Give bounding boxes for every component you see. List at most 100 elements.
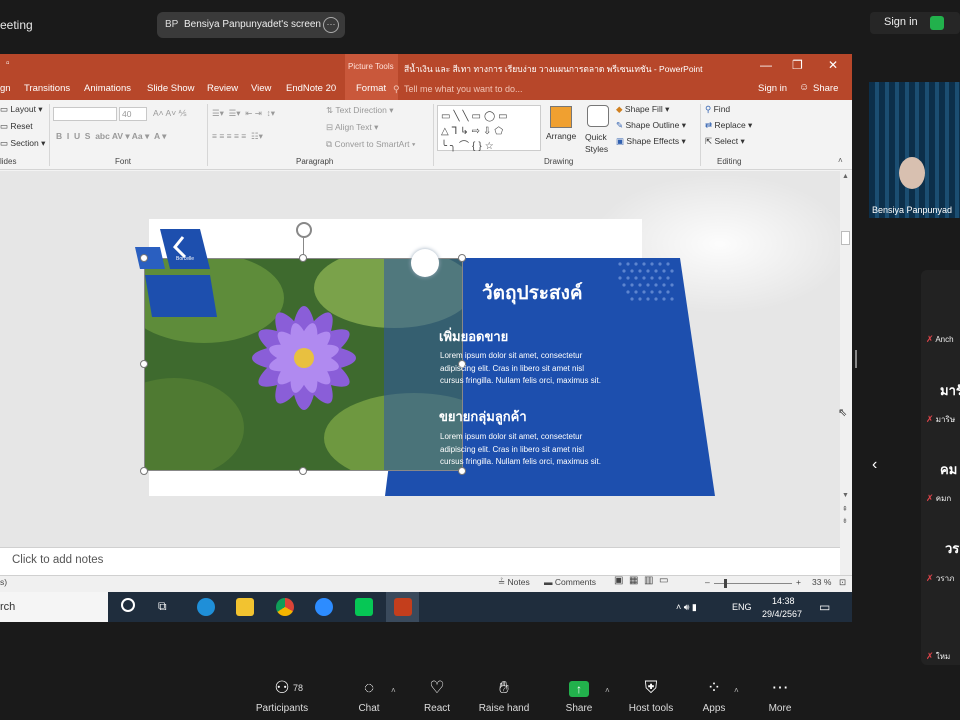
quick-styles-label[interactable]: Quick Styles <box>585 131 613 155</box>
fit-slide-icon[interactable]: ⊡ <box>839 577 846 588</box>
selection-handle[interactable] <box>140 254 148 262</box>
tab-transitions[interactable]: Transitions <box>24 83 70 94</box>
security-shield-icon[interactable] <box>930 16 944 30</box>
clock-date[interactable]: 29/4/2567 <box>762 609 802 619</box>
slide-heading[interactable]: วัตถุประสงค์ <box>482 278 583 308</box>
restore-icon[interactable]: ❐ <box>792 58 803 72</box>
font-format-icons[interactable]: B I U S abc AV ▾ Aa ▾ A ▾ <box>56 131 166 142</box>
slide-body-1[interactable]: Lorem ipsum dolor sit amet, consectetur … <box>440 350 601 388</box>
view-buttons[interactable]: ▣ ▦ ▥ ▭ <box>614 575 668 586</box>
chat-button[interactable]: ◌ Chat <box>349 678 389 714</box>
rotate-handle-icon[interactable] <box>296 222 312 238</box>
more-button[interactable]: ⋯ More <box>762 678 798 714</box>
side-participant[interactable]: ✗ Anch <box>926 334 954 345</box>
tell-me-search[interactable]: Tell me what you want to do... <box>404 84 523 94</box>
zoom-app-icon[interactable] <box>315 598 333 616</box>
minimize-icon[interactable]: — <box>760 58 772 72</box>
font-name-field[interactable] <box>53 107 117 121</box>
find-button[interactable]: ⚲ Find <box>705 104 730 115</box>
chat-caret-icon[interactable]: ˄ <box>391 686 396 695</box>
taskbar-search[interactable]: rch <box>0 592 108 622</box>
tab-slide-show[interactable]: Slide Show <box>147 83 195 94</box>
scrollbar-thumb[interactable] <box>841 231 850 245</box>
selection-handle[interactable] <box>299 254 307 262</box>
zoom-sign-in-button[interactable]: Sign in <box>870 12 960 34</box>
next-slide-icon[interactable]: ⇟ <box>842 517 848 525</box>
host-tools-button[interactable]: ⛨ Host tools <box>623 678 679 714</box>
selection-handle[interactable] <box>299 467 307 475</box>
selection-handle[interactable] <box>458 254 466 262</box>
align-icons[interactable]: ≡ ≡ ≡ ≡ ≡ ☷▾ <box>212 131 263 142</box>
layout-button[interactable]: ▭ Layout ▾ <box>0 104 43 115</box>
chevron-left-icon[interactable]: ‹ <box>872 456 877 474</box>
side-participant[interactable]: ✗ มาริษ <box>926 413 955 426</box>
task-view-icon[interactable]: ⧉ <box>158 599 167 614</box>
list-icons[interactable]: ☰▾ ☰▾ ⇤ ⇥ ↕▾ <box>212 108 275 119</box>
notes-pane[interactable] <box>0 547 840 575</box>
side-participant[interactable]: ✗ วราภ <box>926 572 954 585</box>
share-screen-button[interactable]: ↑ Share <box>559 678 599 714</box>
edge-icon[interactable] <box>197 598 215 616</box>
quick-access-icon[interactable]: ▫ <box>6 58 10 69</box>
input-language[interactable]: ENG <box>732 602 752 612</box>
clock-time[interactable]: 14:38 <box>772 596 795 606</box>
tab-animations[interactable]: Animations <box>84 83 131 94</box>
tab-design[interactable]: gn <box>0 83 11 94</box>
arrange-icon[interactable] <box>550 106 572 128</box>
text-direction-button[interactable]: ⇅ Text Direction ▾ <box>326 105 393 116</box>
scroll-down-icon[interactable]: ▼ <box>842 492 849 499</box>
shapes-gallery[interactable]: ▭╲╲▭◯▭ △⅂↳⇨⇩⬠ ╰╮⌒{}☆ <box>437 105 541 152</box>
more-options-icon[interactable]: ··· <box>323 17 339 33</box>
ppt-sign-in[interactable]: Sign in <box>758 83 787 94</box>
apps-caret-icon[interactable]: ˄ <box>734 686 739 695</box>
tab-endnote[interactable]: EndNote 20 <box>286 83 336 94</box>
zoom-out-icon[interactable]: – <box>705 577 710 587</box>
font-size-field[interactable]: 40 <box>119 107 147 121</box>
side-participant[interactable]: ✗ คมก <box>926 492 951 505</box>
cortana-icon[interactable] <box>121 598 135 612</box>
tab-view[interactable]: View <box>251 83 271 94</box>
tray-icons[interactable]: ˄ 🔊︎ ▮ <box>676 602 697 613</box>
scroll-up-icon[interactable]: ▲ <box>842 173 849 180</box>
align-text-button[interactable]: ⊟ Align Text ▾ <box>326 122 378 133</box>
notifications-icon[interactable]: ▭ <box>819 600 830 614</box>
slide-subheading-2[interactable]: ขยายกลุ่มลูกค้า <box>439 406 527 427</box>
tab-format[interactable]: Format <box>356 83 386 94</box>
close-icon[interactable]: ✕ <box>828 58 838 72</box>
quick-styles-icon[interactable] <box>587 105 609 127</box>
share-caret-icon[interactable]: ˄ <box>605 686 610 695</box>
grow-font-icon[interactable]: A˄ A˅ ⅍ <box>153 108 187 118</box>
replace-button[interactable]: ⇄ Replace ▾ <box>705 120 752 131</box>
convert-smartart-button[interactable]: ⧉ Convert to SmartArt ▾ <box>326 139 415 150</box>
section-button[interactable]: ▭ Section ▾ <box>0 138 45 149</box>
chrome-icon[interactable] <box>276 598 294 616</box>
raise-hand-button[interactable]: ✋︎ Raise hand <box>477 678 531 714</box>
previous-slide-icon[interactable]: ⇞ <box>842 505 848 513</box>
participant-video-tile[interactable] <box>869 82 960 218</box>
notes-placeholder[interactable]: Click to add notes <box>12 554 103 566</box>
zoom-level[interactable]: 33 % <box>812 577 831 587</box>
share-button[interactable]: Share <box>813 83 838 94</box>
slide-body-2[interactable]: Lorem ipsum dolor sit amet, consectetur … <box>440 431 601 469</box>
vertical-scrollbar[interactable]: ▲ ▼ ⇞ ⇟ <box>840 171 852 581</box>
selection-handle[interactable] <box>140 467 148 475</box>
splitter-handle[interactable] <box>855 350 857 368</box>
powerpoint-icon[interactable] <box>394 598 412 616</box>
react-button[interactable]: ♡ React <box>417 678 457 714</box>
collapse-ribbon-icon[interactable]: ˄ <box>838 156 843 165</box>
side-participant[interactable]: ✗ ใหม <box>926 650 950 663</box>
screen-share-indicator[interactable]: BP Bensiya Panpunyadet's screen ··· <box>157 12 345 38</box>
zoom-in-icon[interactable]: + <box>796 577 801 587</box>
tab-review[interactable]: Review <box>207 83 238 94</box>
shape-effects-button[interactable]: ▣ Shape Effects ▾ <box>616 136 686 147</box>
line-app-icon[interactable] <box>355 598 373 616</box>
comments-toggle[interactable]: ▬ Comments <box>544 577 596 587</box>
select-button[interactable]: ⇱ Select ▾ <box>705 136 745 147</box>
shape-outline-button[interactable]: ✎ Shape Outline ▾ <box>616 120 686 131</box>
zoom-slider-thumb[interactable] <box>724 579 727 588</box>
apps-button[interactable]: ⁘ Apps <box>697 678 731 714</box>
shape-fill-button[interactable]: ◆ Shape Fill ▾ <box>616 104 669 115</box>
selection-handle[interactable] <box>140 360 148 368</box>
slide-subheading-1[interactable]: เพิ่มยอดขาย <box>439 326 508 347</box>
file-explorer-icon[interactable] <box>236 598 254 616</box>
